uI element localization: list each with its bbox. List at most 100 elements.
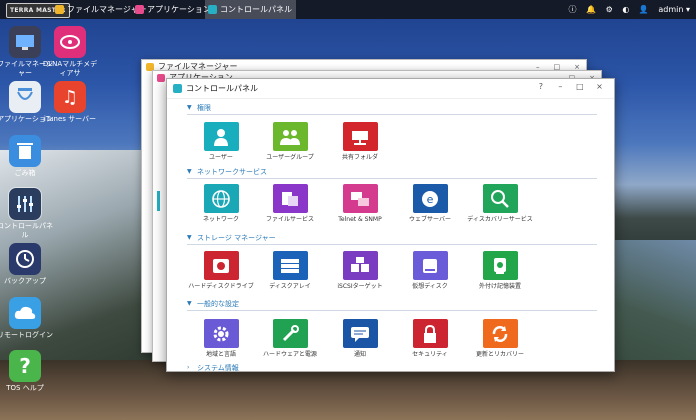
item-label: ディスクアレイ: [269, 283, 311, 290]
item-label: 通知: [353, 351, 366, 358]
item-label: ユーザー: [209, 154, 233, 161]
virtual-disk-icon: [412, 251, 448, 280]
svg-text:e: e: [427, 193, 434, 206]
item-hardware-power[interactable]: ハードウェアと電源: [255, 319, 325, 359]
item-telnet-snmp[interactable]: Telnet & SNMP: [325, 184, 395, 224]
window-title: コントロールパネル: [186, 84, 258, 93]
taskbar-tab-control-panel[interactable]: コントロールパネル: [205, 0, 296, 19]
chevron-down-icon: ▼: [187, 234, 192, 241]
desktop-icon-trash[interactable]: ごみ箱: [0, 135, 55, 178]
user-menu[interactable]: 👤 admin ▾: [639, 5, 690, 14]
desktop-icon-remote-login[interactable]: リモートログイン: [0, 297, 55, 340]
item-region-language[interactable]: 地域と言語: [186, 319, 256, 359]
apps-icon: [9, 81, 41, 113]
apps-icon: [135, 5, 144, 14]
desktop-icon-control-panel[interactable]: コントロールパネル: [0, 187, 55, 240]
close-button[interactable]: ×: [591, 82, 608, 91]
item-label: 外付け記憶装置: [478, 283, 521, 290]
desktop-icon-backup[interactable]: バックアップ: [0, 243, 55, 286]
file-manager-icon: [9, 26, 41, 58]
item-label: 地域と言語: [205, 351, 236, 358]
desktop-icon-itunes[interactable]: ♫ iTunes サーバー: [40, 81, 100, 124]
item-label: ハードディスクドライブ: [188, 283, 254, 290]
item-label: ユーザーグループ: [266, 154, 314, 161]
help-button[interactable]: ?: [532, 82, 549, 91]
info-icon[interactable]: ⓘ: [569, 5, 577, 14]
desktop-icon-label: バックアップ: [4, 277, 46, 285]
desktop-icon-label: iTunes サーバー: [43, 115, 97, 123]
section-header-storage-manager[interactable]: ▼ ストレージ マネージャー: [187, 233, 597, 245]
desktop-icon-label: TOS ヘルプ: [6, 384, 44, 392]
section-header-general-settings[interactable]: ▼ 一般的な設定: [187, 299, 597, 311]
desktop-icon-dlna[interactable]: DLNAマルチメディアサ: [40, 26, 100, 78]
item-label: ディスカバリーサービス: [467, 216, 533, 223]
taskbar-tab-label: コントロールパネル: [220, 5, 292, 14]
remote-login-icon: [9, 297, 41, 329]
section-header-network-services[interactable]: ▼ ネットワークサービス: [187, 167, 597, 179]
lock-icon: [412, 319, 448, 348]
refresh-icon: [482, 319, 518, 348]
control-panel-window[interactable]: コントロールパネル ? – □ × ▼ 権限 ユーザー ユーザーグループ 共有フ…: [166, 78, 615, 372]
item-label: セキュリティ: [412, 351, 448, 358]
trash-icon: [9, 135, 41, 167]
apps-icon: [157, 74, 165, 82]
item-iscsi-target[interactable]: iSCSIターゲット: [325, 251, 395, 291]
item-network[interactable]: ネットワーク: [186, 184, 256, 224]
bell-icon[interactable]: 🔔: [586, 5, 596, 14]
maximize-button[interactable]: □: [571, 82, 588, 91]
window-controls: ? – □ ×: [532, 82, 608, 91]
section-header-system-info[interactable]: › システム情報: [187, 363, 597, 371]
chevron-right-icon: ›: [187, 364, 190, 371]
taskbar-tab-label: アプリケーション: [147, 5, 211, 14]
item-label: 共有フォルダ: [341, 154, 378, 161]
item-disk-array[interactable]: ディスクアレイ: [255, 251, 325, 291]
window-titlebar[interactable]: コントロールパネル ? – □ ×: [167, 79, 614, 99]
globe-icon[interactable]: ◐: [622, 5, 629, 14]
item-file-services[interactable]: ファイルサービス: [255, 184, 325, 224]
gear-icon[interactable]: ⚙: [606, 5, 613, 14]
desktop-icon-label: ごみ箱: [14, 169, 36, 177]
chevron-down-icon: ▼: [187, 168, 192, 175]
item-label: ウェブサーバー: [409, 216, 451, 223]
folder-icon: [55, 5, 64, 14]
notification-icon: [342, 319, 378, 348]
section-label: ストレージ マネージャー: [197, 234, 276, 242]
item-discovery-service[interactable]: ディスカバリーサービス: [465, 184, 535, 224]
section-label: 一般的な設定: [197, 300, 239, 308]
control-panel-icon: [8, 187, 42, 221]
user-name: admin ▾: [658, 5, 690, 14]
control-panel-icon: [173, 84, 182, 93]
desktop-icon-label: リモートログイン: [0, 331, 53, 339]
item-hdd[interactable]: ハードディスクドライブ: [186, 251, 256, 291]
item-user-group[interactable]: ユーザーグループ: [255, 122, 325, 162]
item-user[interactable]: ユーザー: [186, 122, 256, 162]
item-external-storage[interactable]: 外付け記憶装置: [465, 251, 535, 291]
hdd-icon: [203, 251, 239, 280]
gear-icon: [203, 319, 239, 348]
itunes-icon: ♫: [54, 81, 86, 113]
item-label: iSCSIターゲット: [337, 283, 383, 290]
item-virtual-disk[interactable]: 仮想ディスク: [395, 251, 465, 291]
item-update-recovery[interactable]: 更新とリカバリー: [465, 319, 535, 359]
help-icon: ?: [9, 350, 41, 382]
section-header-permissions[interactable]: ▼ 権限: [187, 103, 597, 115]
web-server-icon: e: [412, 184, 448, 213]
wrench-icon: [272, 319, 308, 348]
desktop-icon-label: コントロールパネル: [0, 222, 53, 239]
item-security[interactable]: セキュリティ: [395, 319, 465, 359]
minimize-button[interactable]: –: [552, 82, 569, 91]
globe-icon: [203, 184, 239, 213]
user-icon: [203, 122, 239, 151]
telnet-icon: [342, 184, 378, 213]
taskbar-tab-applications[interactable]: アプリケーション: [132, 0, 215, 19]
taskbar: TERRA MASTER ファイルマネージャー アプリケーション コントロールパ…: [0, 0, 696, 19]
item-label: ファイルサービス: [265, 216, 314, 223]
shared-folder-icon: [342, 122, 378, 151]
item-web-server[interactable]: e ウェブサーバー: [395, 184, 465, 224]
item-shared-folder[interactable]: 共有フォルダ: [325, 122, 395, 162]
desktop-icon-help[interactable]: ? TOS ヘルプ: [0, 350, 55, 393]
user-group-icon: [272, 122, 308, 151]
desktop-icon-label: DLNAマルチメディアサ: [42, 60, 98, 77]
item-notification[interactable]: 通知: [325, 319, 395, 359]
chevron-down-icon: ▼: [187, 104, 192, 111]
